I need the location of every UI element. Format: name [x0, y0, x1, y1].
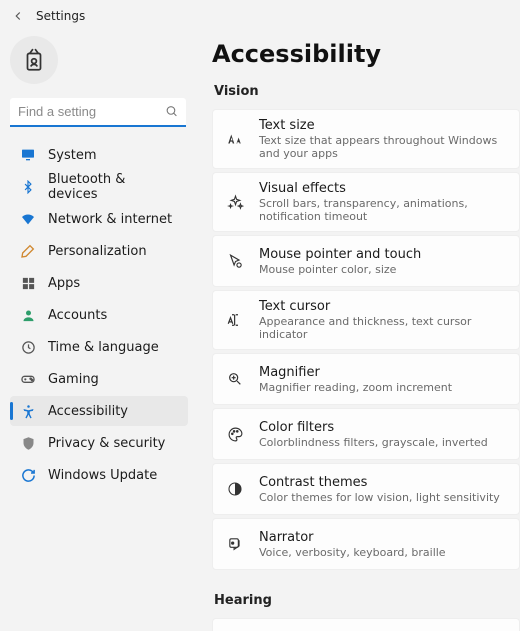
sidebar-item-bluetooth[interactable]: Bluetooth & devices	[10, 172, 188, 202]
sidebar-item-apps[interactable]: Apps	[10, 268, 188, 298]
search-icon	[165, 104, 178, 121]
main-content: Accessibility Vision Text sizeText size t…	[194, 28, 520, 631]
tile-subtitle: Mouse pointer color, size	[259, 263, 421, 276]
tile-subtitle: Text size that appears throughout Window…	[259, 134, 507, 160]
tile-subtitle: Color themes for low vision, light sensi…	[259, 491, 500, 504]
sidebar-item-label: Privacy & security	[48, 436, 165, 451]
tile-audio[interactable]: AudioMono audio, audio notifications	[212, 618, 520, 631]
sidebar-item-label: Accessibility	[48, 404, 128, 419]
app-title: Settings	[36, 9, 85, 23]
sidebar-item-label: Windows Update	[48, 468, 157, 483]
tile-title: Narrator	[259, 530, 446, 545]
apps-icon	[20, 275, 36, 291]
sidebar-item-accounts[interactable]: Accounts	[10, 300, 188, 330]
avatar[interactable]	[10, 36, 58, 84]
back-icon[interactable]	[10, 8, 26, 24]
tile-title: Color filters	[259, 420, 488, 435]
tile-subtitle: Voice, verbosity, keyboard, braille	[259, 546, 446, 559]
page-title: Accessibility	[212, 40, 520, 68]
sidebar-item-system[interactable]: System	[10, 140, 188, 170]
search-box[interactable]	[10, 98, 186, 127]
sidebar-item-gaming[interactable]: Gaming	[10, 364, 188, 394]
sidebar-item-accessibility[interactable]: Accessibility	[10, 396, 188, 426]
shield-icon	[20, 435, 36, 451]
window-header: Settings	[0, 0, 520, 28]
tile-subtitle: Colorblindness filters, grayscale, inver…	[259, 436, 488, 449]
section-label: Vision	[214, 84, 520, 99]
tile-subtitle: Magnifier reading, zoom increment	[259, 381, 452, 394]
tile-title: Magnifier	[259, 365, 452, 380]
sidebar-item-label: Time & language	[48, 340, 159, 355]
tile-subtitle: Appearance and thickness, text cursor in…	[259, 315, 507, 341]
sidebar-item-label: Personalization	[48, 244, 147, 259]
wifi-icon	[20, 211, 36, 227]
sidebar-item-privacy[interactable]: Privacy & security	[10, 428, 188, 458]
magnifier-icon	[225, 369, 245, 389]
accessibility-icon	[20, 403, 36, 419]
tile-text-cursor[interactable]: Text cursorAppearance and thickness, tex…	[212, 290, 520, 350]
tile-title: Contrast themes	[259, 475, 500, 490]
tile-title: Text size	[259, 118, 507, 133]
monitor-icon	[20, 147, 36, 163]
sidebar-item-label: Bluetooth & devices	[48, 172, 178, 202]
sidebar-item-network[interactable]: Network & internet	[10, 204, 188, 234]
nav-list: System Bluetooth & devices Network & inter…	[8, 139, 190, 491]
contrast-icon	[225, 479, 245, 499]
bluetooth-icon	[20, 179, 36, 195]
sidebar-item-label: System	[48, 148, 96, 163]
textsize-icon	[225, 129, 245, 149]
sidebar: System Bluetooth & devices Network & inter…	[0, 28, 194, 631]
tile-title: Text cursor	[259, 299, 507, 314]
tile-mouse-pointer-and-touch[interactable]: Mouse pointer and touchMouse pointer col…	[212, 235, 520, 287]
clock-icon	[20, 339, 36, 355]
sparkle-icon	[225, 192, 245, 212]
narrator-icon	[225, 534, 245, 554]
tile-subtitle: Scroll bars, transparency, animations, n…	[259, 197, 507, 223]
sidebar-item-label: Apps	[48, 276, 80, 291]
brush-icon	[20, 243, 36, 259]
cursor-icon	[225, 310, 245, 330]
tile-magnifier[interactable]: MagnifierMagnifier reading, zoom increme…	[212, 353, 520, 405]
tile-visual-effects[interactable]: Visual effectsScroll bars, transparency,…	[212, 172, 520, 232]
sidebar-item-update[interactable]: Windows Update	[10, 460, 188, 490]
palette-icon	[225, 424, 245, 444]
section-label: Hearing	[214, 593, 520, 608]
tile-narrator[interactable]: NarratorVoice, verbosity, keyboard, brai…	[212, 518, 520, 570]
sidebar-item-label: Accounts	[48, 308, 107, 323]
update-icon	[20, 467, 36, 483]
search-input[interactable]	[10, 98, 186, 127]
tile-title: Mouse pointer and touch	[259, 247, 421, 262]
sidebar-item-label: Gaming	[48, 372, 99, 387]
tile-color-filters[interactable]: Color filtersColorblindness filters, gra…	[212, 408, 520, 460]
person-icon	[20, 307, 36, 323]
tile-title: Visual effects	[259, 181, 507, 196]
sidebar-item-personalization[interactable]: Personalization	[10, 236, 188, 266]
pointer-icon	[225, 251, 245, 271]
gamepad-icon	[20, 371, 36, 387]
tile-text-size[interactable]: Text sizeText size that appears througho…	[212, 109, 520, 169]
sidebar-item-time[interactable]: Time & language	[10, 332, 188, 362]
tile-contrast-themes[interactable]: Contrast themesColor themes for low visi…	[212, 463, 520, 515]
sidebar-item-label: Network & internet	[48, 212, 172, 227]
